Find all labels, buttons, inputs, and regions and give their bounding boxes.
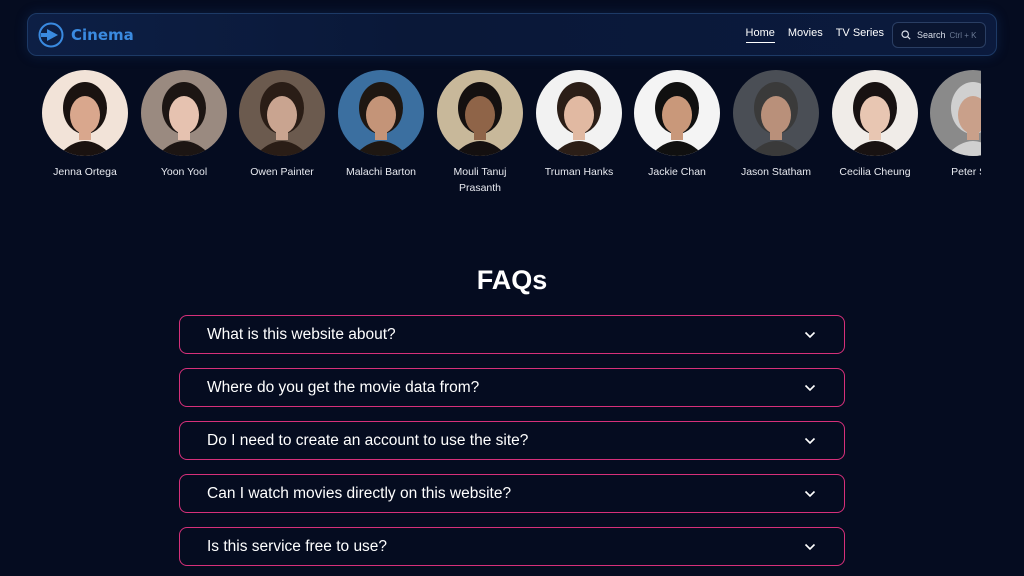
cast-member[interactable]: Malachi Barton xyxy=(331,70,431,180)
faq-question: What is this website about? xyxy=(207,326,396,343)
cast-photo xyxy=(437,70,523,156)
cast-photo xyxy=(832,70,918,156)
cast-member[interactable]: Cecilia Cheung xyxy=(825,70,925,180)
cast-member[interactable]: Mouli Tanuj Prasanth xyxy=(430,70,530,196)
cast-photo xyxy=(141,70,227,156)
cast-member[interactable]: Owen Painter xyxy=(232,70,332,180)
cast-photo xyxy=(536,70,622,156)
cast-name: Truman Hanks xyxy=(544,166,614,178)
logo[interactable]: Cinema xyxy=(38,22,134,48)
nav-movies[interactable]: Movies xyxy=(788,27,823,43)
cast-photo xyxy=(42,70,128,156)
cast-member[interactable]: Jackie Chan xyxy=(627,70,727,180)
faq-question: Is this service free to use? xyxy=(207,538,388,555)
faq-item[interactable]: Can I watch movies directly on this webs… xyxy=(179,474,845,513)
cast-name: Peter Sto xyxy=(951,166,981,178)
nav-home[interactable]: Home xyxy=(745,27,775,43)
cast-photo xyxy=(634,70,720,156)
faq-question: Where do you get the movie data from? xyxy=(207,379,480,396)
faq-title: FAQs xyxy=(476,265,548,295)
faq-item[interactable]: Is this service free to use? xyxy=(179,527,845,566)
chevron-down-icon xyxy=(804,490,816,498)
cast-name: Owen Painter xyxy=(250,166,314,178)
chevron-down-icon xyxy=(804,331,816,339)
cast-photo xyxy=(930,70,981,156)
cast-name: Mouli Tanuj Prasanth xyxy=(453,166,507,194)
search-button[interactable]: Search Ctrl + K xyxy=(892,22,986,48)
cast-member[interactable]: Yoon Yool xyxy=(134,70,234,180)
cast-photo xyxy=(733,70,819,156)
cast-member[interactable]: Truman Hanks xyxy=(529,70,629,180)
search-label: Search xyxy=(917,30,946,40)
faq-item[interactable]: What is this website about? xyxy=(179,315,845,354)
chevron-down-icon xyxy=(804,437,816,445)
cast-name: Yoon Yool xyxy=(160,166,208,178)
main-nav: Home Movies TV Series xyxy=(745,27,884,43)
cast-name: Malachi Barton xyxy=(345,166,417,178)
logo-text: Cinema xyxy=(71,26,134,44)
faq-item[interactable]: Where do you get the movie data from? xyxy=(179,368,845,407)
faq-question: Do I need to create an account to use th… xyxy=(207,432,529,449)
cast-row: Jenna Ortega Yoon Yool Owen Painter Malachi… xyxy=(0,70,981,210)
faq-item[interactable]: Do I need to create an account to use th… xyxy=(179,421,845,460)
cast-member[interactable]: Jenna Ortega xyxy=(35,70,135,180)
cast-name: Jason Statham xyxy=(740,166,812,178)
chevron-down-icon xyxy=(804,384,816,392)
nav-tv-series[interactable]: TV Series xyxy=(836,27,884,43)
search-shortcut: Ctrl + K xyxy=(949,30,977,40)
cast-name: Cecilia Cheung xyxy=(839,166,911,178)
chevron-down-icon xyxy=(804,543,816,551)
faq-question: Can I watch movies directly on this webs… xyxy=(207,485,512,502)
cast-member[interactable]: Jason Statham xyxy=(726,70,826,180)
cast-name: Jenna Ortega xyxy=(53,166,117,178)
cast-photo xyxy=(338,70,424,156)
cast-name: Jackie Chan xyxy=(648,166,706,178)
cinema-logo-icon xyxy=(38,22,64,48)
cast-member[interactable]: Peter Sto xyxy=(923,70,981,180)
cast-photo xyxy=(239,70,325,156)
top-navbar: Cinema Home Movies TV Series Search Ctrl… xyxy=(27,13,997,56)
search-icon xyxy=(901,30,911,40)
